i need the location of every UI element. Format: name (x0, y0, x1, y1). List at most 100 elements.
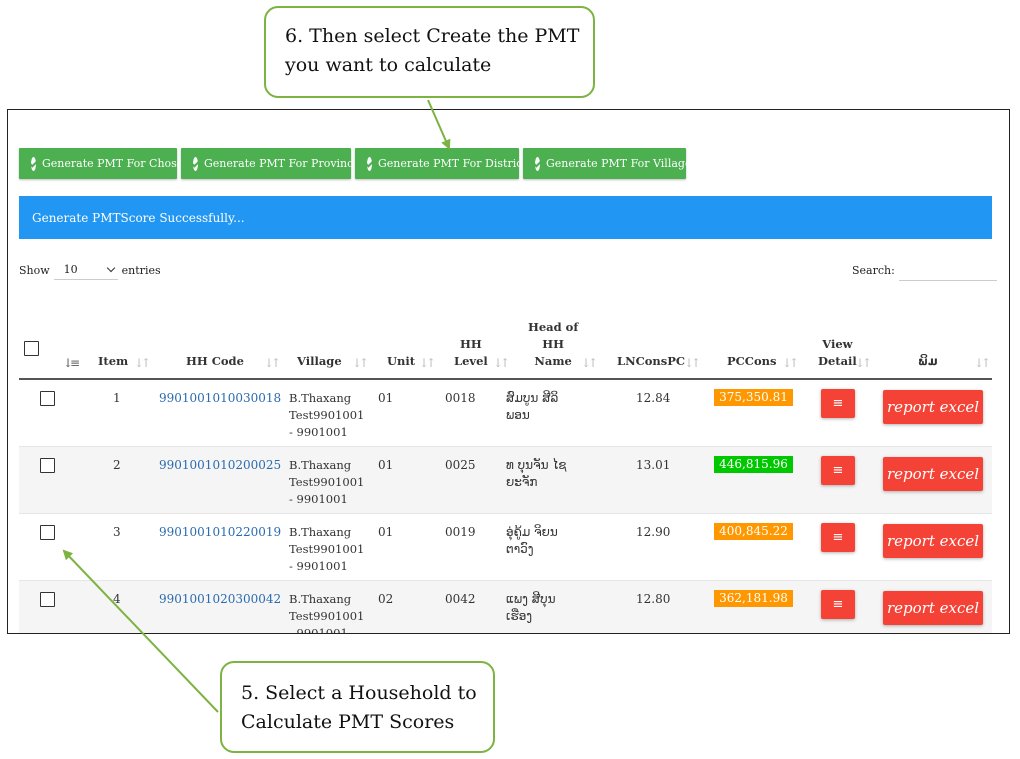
generate-pmt-province-button[interactable]: Generate PMT For Province (181, 148, 360, 179)
pccons-badge: 446,815.96 (714, 456, 793, 473)
sort-icon[interactable]: ↓↑ (581, 356, 598, 370)
cell-hh-level: 0042 (445, 592, 476, 606)
sort-icon[interactable]: ↓↑ (782, 356, 799, 370)
page-length-value: 10 (63, 263, 78, 276)
header-village[interactable]: Village (297, 353, 342, 370)
callout-bottom-line1: 5. Select a Household to (241, 682, 477, 704)
entries-label: entries (121, 263, 161, 277)
view-detail-button[interactable]: ≡ (821, 523, 855, 552)
alert-text: Generate PMTScore Successfully... (32, 210, 245, 225)
generate-pmt-chose-button[interactable]: Generate PMT For Chose (19, 148, 183, 179)
village-line1: B.Thaxang (289, 525, 352, 539)
table-row[interactable]: 3 9901001010220019 B.Thaxang Test9901001… (19, 514, 992, 581)
sort-icon[interactable]: ↓↑ (419, 356, 436, 370)
table-header: ↓≡ Item ↓↑ HH Code ↓↑ Village ↓↑ Unit ↓↑… (19, 310, 992, 380)
household-table: ↓≡ Item ↓↑ HH Code ↓↑ Village ↓↑ Unit ↓↑… (19, 310, 992, 634)
cell-unit: 01 (378, 458, 394, 472)
cell-head-name: ແພງ ສີບຸນ ເຮືອງ (506, 591, 556, 625)
view-detail-button[interactable]: ≡ (821, 389, 855, 418)
village-line1: B.Thaxang (289, 391, 352, 405)
list-icon: ≡ (832, 597, 844, 612)
report-excel-button[interactable]: report excel (883, 524, 983, 558)
pccons-badge: 400,845.22 (714, 523, 793, 540)
button-label: Generate PMT For District (378, 157, 527, 170)
sort-icon[interactable]: ↓↑ (855, 356, 872, 370)
generate-pmt-village-button[interactable]: Generate PMT For Village (523, 148, 691, 179)
chevron-down-icon (106, 263, 115, 273)
check-circle-icon (535, 156, 540, 171)
check-circle-icon (193, 156, 198, 171)
sort-icon[interactable]: ↓↑ (134, 356, 151, 370)
header-lnconspc[interactable]: LNConsPC (617, 353, 685, 370)
pccons-badge: 362,181.98 (714, 590, 793, 607)
header-hh-level-line2: Level (454, 354, 488, 368)
village-line3: - 9901001 (289, 626, 348, 634)
table-row[interactable]: 4 9901001020300042 B.Thaxang Test9901001… (19, 581, 992, 634)
callout-step-6: 6. Then select Create the PMT you want t… (264, 6, 595, 98)
header-unit[interactable]: Unit (387, 353, 415, 370)
name-line2: ເຮືອງ (506, 609, 533, 623)
view-detail-button[interactable]: ≡ (821, 590, 855, 619)
cell-hh-code-link[interactable]: 9901001010220019 (159, 524, 281, 541)
header-head-line2: HH (542, 337, 565, 351)
select-all-checkbox[interactable] (24, 341, 39, 356)
search-label: Search: (852, 264, 895, 277)
cell-hh-code-link[interactable]: 9901001020300042 (159, 591, 281, 608)
list-icon: ≡ (832, 463, 844, 478)
table-row[interactable]: 1 9901001010030018 B.Thaxang Test9901001… (19, 380, 992, 447)
sort-icon[interactable]: ↓↑ (264, 356, 281, 370)
sort-icon[interactable]: ↓↑ (974, 356, 991, 370)
name-line1: ທ ບຸນຈັນ ໄຊ (506, 458, 567, 472)
sort-icon[interactable]: ↓↑ (352, 356, 369, 370)
table-row[interactable]: 2 9901001010200025 B.Thaxang Test9901001… (19, 447, 992, 514)
generate-pmt-district-button[interactable]: Generate PMT For District (355, 148, 527, 179)
row-checkbox[interactable] (40, 592, 55, 607)
cell-unit: 02 (378, 592, 394, 606)
name-line2: ພອນ (506, 408, 530, 422)
button-label: Generate PMT For Chose (42, 157, 184, 170)
row-checkbox[interactable] (40, 458, 55, 473)
row-checkbox[interactable] (40, 391, 55, 406)
header-view-line2: Detail (818, 354, 857, 368)
header-head-line3: Name (534, 354, 572, 368)
row-checkbox[interactable] (40, 525, 55, 540)
cell-hh-code-link[interactable]: 9901001010030018 (159, 390, 281, 407)
show-label: Show (19, 263, 50, 277)
callout-top-line2: you want to calculate (285, 54, 492, 76)
village-line2: Test9901001 (289, 475, 365, 489)
check-circle-icon (31, 156, 36, 171)
cell-hh-level: 0019 (445, 525, 476, 539)
header-print[interactable]: ພິມ (918, 353, 938, 370)
cell-item: 1 (113, 391, 121, 405)
app-screenshot-frame: Generate PMT For Chose Generate PMT For … (7, 109, 1010, 634)
cell-item: 3 (113, 525, 121, 539)
village-line1: B.Thaxang (289, 458, 352, 472)
sort-icon[interactable]: ↓↑ (493, 356, 510, 370)
header-view-detail[interactable]: View Detail (818, 336, 857, 370)
view-detail-button[interactable]: ≡ (821, 456, 855, 485)
cell-head-name: ທ ບຸນຈັນ ໄຊ ຍະຈັກ (506, 457, 566, 491)
callout-top-line1: 6. Then select Create the PMT (285, 25, 580, 47)
header-pccons[interactable]: PCCons (727, 353, 776, 370)
header-item[interactable]: Item (98, 353, 128, 370)
list-icon: ≡ (832, 396, 844, 411)
page-length-select[interactable]: 10 (53, 260, 118, 280)
name-line2: ຍະຈັກ (506, 475, 538, 489)
list-icon: ≡ (832, 530, 844, 545)
cell-village: B.Thaxang Test9901001 - 9901001 (289, 591, 364, 634)
cell-hh-level: 0018 (445, 391, 476, 405)
check-circle-icon (367, 156, 372, 171)
search-input[interactable] (898, 260, 997, 281)
sort-icon[interactable]: ↓↑ (684, 356, 701, 370)
cell-head-name: ອຸ່ຄູ້ມ ຈິຍນ ຕາວົງ (506, 524, 558, 558)
report-excel-button[interactable]: report excel (883, 390, 983, 424)
sort-desc-icon[interactable]: ↓≡ (63, 356, 80, 370)
header-head-of-hh-name[interactable]: Head of HH Name (528, 319, 578, 370)
village-line3: - 9901001 (289, 559, 348, 573)
header-hh-level[interactable]: HH Level (454, 336, 488, 370)
report-excel-button[interactable]: report excel (883, 457, 983, 491)
cell-hh-code-link[interactable]: 9901001010200025 (159, 457, 281, 474)
header-hh-code[interactable]: HH Code (186, 353, 244, 370)
report-excel-button[interactable]: report excel (883, 591, 983, 625)
success-alert: Generate PMTScore Successfully... (19, 196, 992, 239)
